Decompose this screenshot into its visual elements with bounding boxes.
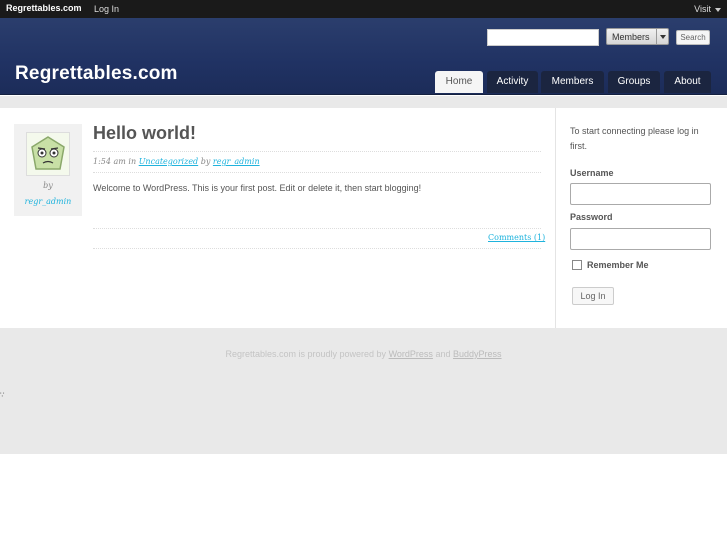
search-input[interactable] (487, 29, 599, 46)
main-content (0, 108, 555, 328)
nav-tab-activity[interactable]: Activity (487, 71, 538, 93)
nav-tab-members[interactable]: Members (541, 71, 604, 93)
site-footer (0, 328, 727, 454)
post-time: 1:54 am (93, 157, 126, 166)
nav-tab-groups[interactable]: Groups (608, 71, 660, 93)
adminbar-logo[interactable]: Regrettables.com (6, 3, 82, 13)
footer-and: and (435, 349, 451, 359)
chevron-down-icon (656, 29, 668, 44)
post-meta: 1:54 am in Uncategorized by regr_admin (93, 157, 260, 166)
author-by-label: by (43, 181, 53, 190)
post-title[interactable]: Hello world! (93, 123, 196, 144)
author-name-link[interactable]: regr_admin (14, 197, 82, 206)
site-header: Members Search Regrettables.com Home Act… (0, 18, 727, 95)
nav-tab-about[interactable]: About (664, 71, 711, 93)
visit-label: Visit (694, 4, 711, 14)
remember-me-checkbox[interactable] (572, 260, 582, 270)
username-label: Username (570, 168, 614, 178)
footer-credits: Regrettables.com is proudly powered by W… (0, 349, 727, 359)
content-top-band (0, 96, 727, 108)
adminbar-login-link[interactable]: Log In (94, 4, 119, 14)
login-intro-text: To start connecting please log in first. (570, 126, 699, 151)
password-field[interactable] (570, 228, 711, 250)
author-box: by regr_admin (14, 124, 82, 216)
stray-dots: ∵ (0, 392, 5, 399)
post-author-link[interactable]: regr_admin (213, 157, 260, 166)
avatar-face-icon (27, 133, 69, 175)
search-button[interactable]: Search (676, 30, 710, 45)
footer-prefix: Regrettables.com is proudly powered by (225, 349, 387, 359)
login-button[interactable]: Log In (572, 287, 614, 305)
buddypress-link[interactable]: BuddyPress (453, 349, 502, 359)
post-in-label: in (128, 157, 137, 166)
wordpress-link[interactable]: WordPress (389, 349, 433, 359)
avatar[interactable] (26, 132, 70, 176)
post-category-link[interactable]: Uncategorized (139, 157, 198, 166)
post-by-label: by (200, 157, 211, 166)
adminbar-visit-menu[interactable]: Visit (694, 4, 721, 14)
username-field[interactable] (570, 183, 711, 205)
comments-link[interactable]: Comments (1) (488, 233, 545, 242)
divider (93, 248, 541, 249)
password-label: Password (570, 212, 613, 222)
search-scope-select[interactable]: Members (606, 28, 669, 45)
admin-bar: Regrettables.com Log In Visit (0, 0, 727, 18)
search-scope-value: Members (612, 32, 650, 42)
divider (93, 172, 541, 173)
nav-tab-home[interactable]: Home (435, 71, 483, 93)
chevron-down-icon (715, 7, 721, 12)
divider (93, 228, 541, 229)
post-body: Welcome to WordPress. This is your first… (93, 183, 422, 193)
divider (93, 151, 541, 152)
remember-me-label[interactable]: Remember Me (587, 260, 649, 270)
site-title[interactable]: Regrettables.com (15, 63, 178, 85)
